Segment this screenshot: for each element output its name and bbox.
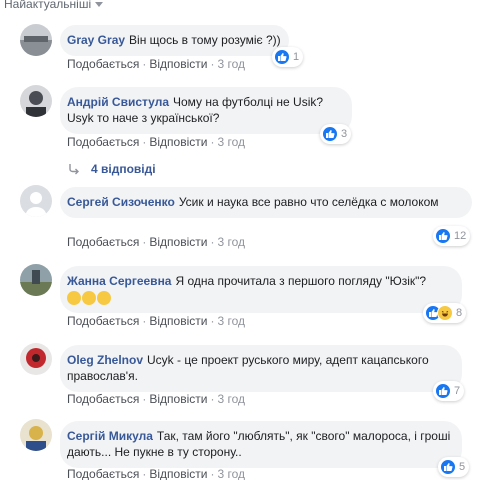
comment-author[interactable]: Gray Gray [67,33,125,47]
like-icon [274,49,290,65]
comment-bubble: Андрій Свистула Чому на футболці не Usik?… [60,87,352,134]
comment-actions: Подобається · Відповісти · 3 год [67,314,245,328]
reactions-badge[interactable]: 3 [320,124,352,144]
laughing-emoji-icon [97,290,111,305]
comment-actions: Подобається · Відповісти · 3 год [67,392,245,406]
separator: · [142,314,147,328]
reply-button[interactable]: Відповісти [149,314,207,328]
reply-button[interactable]: Відповісти [149,57,207,71]
like-button[interactable]: Подобається [67,392,139,406]
avatar[interactable] [20,85,52,117]
reactions-count: 7 [454,385,461,397]
comment-bubble: Жанна Сергеевна Я одна прочитала з першог… [60,266,462,313]
reply-button[interactable]: Відповісти [149,392,207,406]
view-replies-link[interactable]: 4 відповіді [67,162,156,176]
separator: · [142,467,147,480]
reply-button[interactable]: Відповісти [149,235,207,249]
reactions-badge[interactable]: 7 [433,381,465,401]
haha-icon [437,305,453,321]
timestamp[interactable]: 3 год [217,314,245,328]
timestamp[interactable]: 3 год [217,57,245,71]
like-icon [435,228,451,244]
separator: · [142,235,147,249]
like-button[interactable]: Подобається [67,135,139,149]
separator: · [210,57,215,71]
reactions-count: 12 [454,230,467,242]
comment-author[interactable]: Oleg Zhelnov [67,353,143,367]
comment-actions: Подобається · Відповісти · 3 год [67,57,245,71]
comment-actions: Подобається · Відповісти · 3 год [67,467,245,480]
comment-bubble: Gray Gray Він щось в тому розуміє ?)) [60,25,289,56]
avatar[interactable] [20,343,52,375]
separator: · [210,314,215,328]
reactions-badge[interactable]: 1 [272,47,304,67]
comment-bubble: Oleg Zhelnov Ucyk - це проект руського ми… [60,345,462,392]
reactions-badge[interactable]: 8 [423,303,467,323]
separator: · [210,392,215,406]
like-button[interactable]: Подобається [67,467,139,480]
reactions-count: 5 [459,461,466,473]
like-button[interactable]: Подобається [67,314,139,328]
reactions-badge[interactable]: 5 [438,457,470,477]
separator: · [142,392,147,406]
comment-author[interactable]: Андрій Свистула [67,95,169,109]
comment-bubble: Сергій Микула Так, там його "люблять", як… [60,421,462,468]
reactions-count: 3 [341,128,348,140]
comment-text: Він щось в тому розуміє ?)) [129,33,281,47]
separator: · [210,135,215,149]
reply-button[interactable]: Відповісти [149,135,207,149]
reply-button[interactable]: Відповісти [149,467,207,480]
comment-author[interactable]: Жанна Сергеевна [67,274,171,288]
reply-arrow-icon [69,164,79,175]
laughing-emoji-icon [82,290,96,305]
like-icon [435,383,451,399]
reactions-badge[interactable]: 12 [433,226,471,246]
comment-author[interactable]: Сергій Микула [67,429,153,443]
comment-text: Усик и наука все равно что селёдка с мол… [178,195,439,209]
laughing-emoji-icon [67,290,81,305]
reactions-count: 8 [456,307,463,319]
comment-author[interactable]: Сергей Сизоченко [67,195,175,209]
like-button[interactable]: Подобається [67,235,139,249]
separator: · [210,235,215,249]
sort-label: Найактуальніші [4,0,92,11]
comment-actions: Подобається · Відповісти · 3 год [67,235,245,249]
like-button[interactable]: Подобається [67,57,139,71]
separator: · [210,467,215,480]
reactions-count: 1 [293,51,300,63]
comment-actions: Подобається · Відповісти · 3 год [67,135,245,149]
avatar[interactable] [20,24,52,56]
like-icon [322,126,338,142]
timestamp[interactable]: 3 год [217,392,245,406]
sort-dropdown[interactable]: Найактуальніші [4,0,104,11]
timestamp[interactable]: 3 год [217,235,245,249]
like-icon [440,459,456,475]
avatar[interactable] [20,419,52,451]
timestamp[interactable]: 3 год [217,467,245,480]
chevron-down-icon [95,2,104,7]
comment-text: Я одна прочитала з першого погляду "Юзік… [175,274,427,288]
separator: · [142,135,147,149]
separator: · [142,57,147,71]
comment-bubble: Сергей Сизоченко Усик и наука все равно ч… [60,187,472,218]
default-avatar-icon[interactable] [20,185,52,217]
timestamp[interactable]: 3 год [217,135,245,149]
replies-label: 4 відповіді [91,162,156,176]
avatar[interactable] [20,264,52,296]
